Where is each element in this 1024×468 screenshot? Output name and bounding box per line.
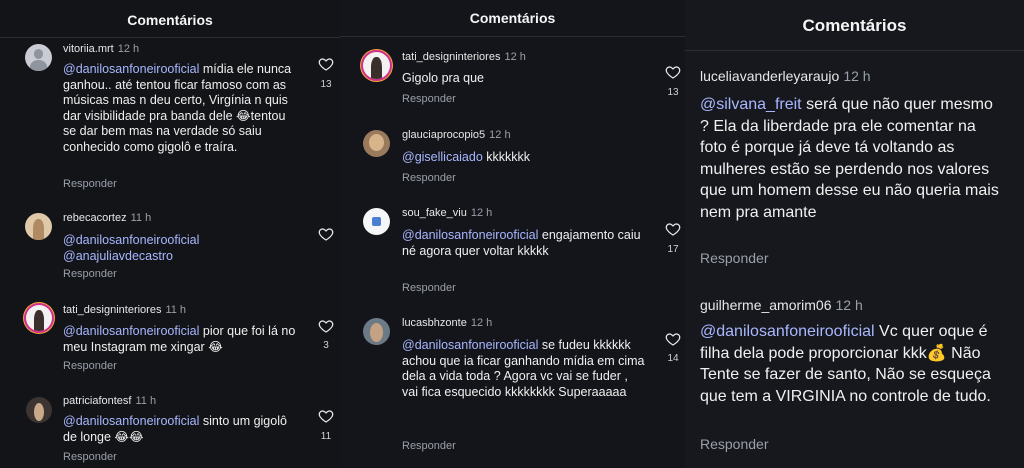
- heart-outline-icon[interactable]: [318, 56, 334, 72]
- username[interactable]: luceliavanderleyaraujo: [700, 68, 839, 84]
- avatar[interactable]: [26, 397, 52, 423]
- reply-button[interactable]: Responder: [63, 178, 117, 190]
- comments-panel-1: Comentários vitoriia.mrt 12 h @danilosanf…: [0, 0, 340, 468]
- comment-text: @danilosanfoneirooficial se fudeu kkkkkk…: [402, 338, 645, 399]
- timestamp: 12 h: [843, 68, 871, 84]
- avatar[interactable]: [363, 52, 390, 79]
- comment-text: @gisellicaiado kkkkkkk: [402, 150, 531, 164]
- comment-text: @danilosanfoneirooficial mídia ele nunca…: [63, 62, 292, 154]
- mention-link[interactable]: @danilosanfoneirooficial: [63, 414, 199, 428]
- comment-text: @danilosanfoneirooficial sinto um gigolô…: [63, 414, 287, 444]
- username[interactable]: sou_fake_viu: [402, 207, 467, 219]
- header-divider: [340, 36, 685, 37]
- comment-text: @danilosanfoneirooficial engajamento cai…: [402, 228, 641, 258]
- like-count: 17: [667, 244, 679, 255]
- reply-button[interactable]: Responder: [700, 250, 769, 266]
- username[interactable]: rebecacortez: [63, 212, 127, 224]
- reply-button[interactable]: Responder: [700, 436, 769, 452]
- comment-text: @danilosanfoneirooficial Vc quer oque é …: [700, 323, 991, 405]
- heart-outline-icon[interactable]: [318, 318, 334, 334]
- avatar[interactable]: [26, 305, 52, 331]
- comment-text: Gigolo pra que: [402, 71, 485, 85]
- timestamp: 12 h: [117, 43, 140, 55]
- reply-button[interactable]: Responder: [63, 451, 117, 463]
- avatar[interactable]: [25, 44, 52, 71]
- timestamp: 11 h: [135, 395, 157, 407]
- username[interactable]: patriciafontesf: [63, 395, 131, 407]
- like-count: 13: [667, 87, 679, 98]
- reply-button[interactable]: Responder: [402, 440, 456, 452]
- username[interactable]: guilherme_amorim06: [700, 297, 832, 313]
- timestamp: 12 h: [835, 297, 863, 313]
- comment-text: @silvana_freit será que não quer mesmo ?…: [700, 96, 999, 221]
- mention-link[interactable]: @danilosanfoneirooficial: [402, 228, 538, 242]
- timestamp: 11 h: [165, 304, 187, 316]
- comments-panel-2: Comentários tati_designinteriores 12 h Gi…: [340, 0, 685, 468]
- comment-text: @danilosanfoneirooficial pior que foi lá…: [63, 324, 296, 354]
- avatar[interactable]: [25, 213, 52, 240]
- reply-button[interactable]: Responder: [402, 93, 456, 105]
- comments-panel-3: Comentários luceliavanderleyaraujo 12 h @…: [685, 0, 1024, 468]
- username[interactable]: tati_designinteriores: [63, 304, 161, 316]
- reply-button[interactable]: Responder: [63, 360, 117, 372]
- mention-link[interactable]: @danilosanfoneirooficial: [700, 323, 875, 340]
- heart-outline-icon[interactable]: [318, 408, 334, 424]
- heart-outline-icon[interactable]: [318, 226, 334, 242]
- header-divider: [685, 50, 1024, 51]
- header-divider: [0, 37, 340, 38]
- timestamp: 11 h: [130, 212, 152, 224]
- like-count: 13: [320, 79, 332, 90]
- heart-outline-icon[interactable]: [665, 331, 681, 347]
- reply-button[interactable]: Responder: [402, 282, 456, 294]
- username[interactable]: tati_designinteriores: [402, 51, 500, 63]
- panel-title: Comentários: [469, 10, 556, 26]
- mention-link[interactable]: @silvana_freit: [700, 96, 802, 113]
- heart-outline-icon[interactable]: [665, 221, 681, 237]
- mention-link[interactable]: @danilosanfoneirooficial: [63, 62, 199, 76]
- reply-button[interactable]: Responder: [63, 268, 117, 280]
- username[interactable]: glauciaprocopio5: [402, 129, 485, 141]
- timestamp: 12 h: [470, 317, 493, 329]
- heart-outline-icon[interactable]: [665, 64, 681, 80]
- like-count: 14: [667, 353, 679, 364]
- avatar[interactable]: [363, 130, 390, 157]
- timestamp: 12 h: [470, 207, 493, 219]
- mention-link[interactable]: @gisellicaiado: [402, 150, 483, 164]
- comment-text: @danilosanfoneirooficial @anajuliavdecas…: [63, 233, 200, 263]
- avatar[interactable]: [363, 208, 390, 235]
- avatar[interactable]: [363, 318, 390, 345]
- like-count: 11: [320, 431, 332, 442]
- panel-title: Comentários: [802, 16, 907, 35]
- mention-link[interactable]: @danilosanfoneirooficial: [402, 338, 538, 352]
- like-count: 3: [323, 340, 329, 351]
- reply-button[interactable]: Responder: [402, 172, 456, 184]
- timestamp: 12 h: [504, 51, 526, 63]
- mention-link[interactable]: @danilosanfoneirooficial: [63, 324, 199, 338]
- username[interactable]: lucasbhzonte: [402, 317, 467, 329]
- timestamp: 12 h: [489, 129, 511, 141]
- mention-link[interactable]: @danilosanfoneirooficial: [63, 233, 199, 247]
- panel-title: Comentários: [127, 12, 213, 28]
- username[interactable]: vitoriia.mrt: [63, 43, 114, 55]
